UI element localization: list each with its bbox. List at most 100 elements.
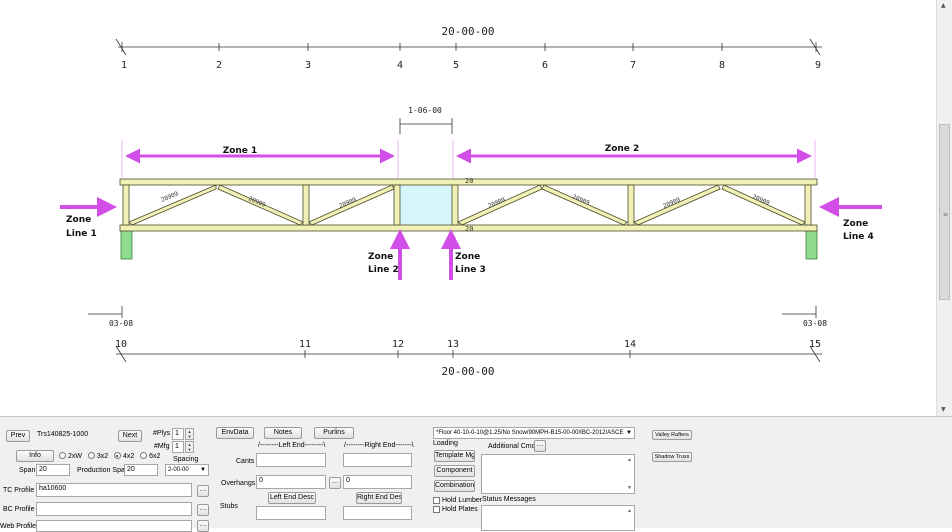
production-span-input[interactable]: 20 — [124, 464, 158, 476]
left-end-desc-button[interactable]: Left End Desc — [268, 492, 316, 504]
combinations-button[interactable]: Combinations — [434, 480, 475, 492]
drawing-vertical-scrollbar[interactable]: ▲ ≡ ▼ — [936, 0, 952, 416]
stubs-label: Stubs — [220, 503, 238, 510]
gap-dimension-label: 1-06-00 — [408, 106, 442, 115]
top-dimension-line — [115, 38, 822, 56]
truss-diagonal-webs[interactable] — [128, 184, 806, 226]
mfg-input[interactable]: 1 — [172, 441, 184, 453]
spacing-select[interactable]: 2-00-00 ▼ — [165, 464, 209, 476]
panel-point-6: 6 — [542, 60, 548, 71]
info-button[interactable]: Info — [16, 450, 54, 462]
spin-down-icon[interactable]: ▼ — [188, 447, 192, 452]
bottom-total-dimension: 20-00-00 — [442, 365, 495, 378]
panel-point-8: 8 — [719, 60, 725, 71]
additional-cmds-browse-button[interactable]: … — [534, 440, 546, 452]
chevron-down-icon: ▼ — [626, 430, 632, 436]
left-cants-input[interactable] — [256, 453, 326, 467]
right-end-header: /--------Right End-------\ — [344, 442, 414, 449]
next-button[interactable]: Next — [118, 430, 142, 442]
radio-3x2[interactable] — [87, 452, 95, 459]
span-label: Span — [19, 467, 36, 474]
truss-name-field[interactable]: Trs140825-1000 — [35, 430, 115, 442]
mfg-spinner[interactable]: ▲ ▼ — [185, 441, 194, 453]
additional-cmds-textarea[interactable]: ▲ ▼ — [481, 454, 635, 494]
span-input[interactable]: 20 — [36, 464, 70, 476]
right-cants-input[interactable] — [343, 453, 412, 467]
panel-point-15: 15 — [809, 339, 821, 350]
valley-rafters-button[interactable]: Valley Rafters — [652, 430, 692, 440]
right-stubs-input[interactable] — [343, 506, 412, 520]
web-profile-browse-button[interactable]: … — [197, 520, 209, 532]
top-panel-point-labels: 1 2 3 4 5 6 7 8 9 — [121, 60, 821, 71]
panel-point-5: 5 — [453, 60, 459, 71]
scroll-up-icon[interactable]: ▲ — [941, 2, 946, 9]
left-bearing-block[interactable] — [120, 228, 133, 260]
zone-line-3-label-a: Zone — [455, 252, 480, 262]
truss-drawing-canvas[interactable]: 20-00-00 1 2 3 4 5 6 7 8 9 1-06-00 Zone … — [0, 0, 936, 416]
status-messages-textarea[interactable]: ▲ — [481, 505, 635, 531]
prev-button[interactable]: Prev — [6, 430, 30, 442]
bottom-dimension-line — [115, 345, 822, 363]
grip-icon: ≡ — [943, 211, 949, 218]
plys-input[interactable]: 1 — [172, 428, 184, 440]
scroll-down-icon[interactable]: ▼ — [627, 485, 632, 491]
production-span-label: Production Span — [77, 467, 129, 474]
panel-point-14: 14 — [624, 339, 636, 350]
radio-6x2[interactable] — [140, 452, 148, 459]
template-mgr-button[interactable]: Template Mgr — [434, 450, 475, 462]
hold-plates-checkbox[interactable] — [433, 506, 440, 513]
spin-down-icon[interactable]: ▼ — [188, 434, 192, 439]
zone-line-4-label-a: Zone — [843, 219, 868, 229]
panel-point-11: 11 — [299, 339, 311, 350]
scroll-down-icon[interactable]: ▼ — [941, 406, 946, 413]
top-total-dimension: 20-00-00 — [442, 25, 495, 38]
cants-label: Cants — [236, 458, 255, 465]
right-bearing-block[interactable] — [805, 228, 818, 260]
panel-point-10: 10 — [115, 339, 127, 350]
loading-label: Loading — [433, 440, 458, 447]
right-bearing-width: 03-08 — [803, 319, 827, 328]
gap-dimension — [399, 118, 453, 134]
truss-editor-panel: Prev Trs140825-1000 Next #Plys 1 ▲ ▼ #Mfg… — [0, 416, 952, 532]
left-stubs-input[interactable] — [256, 506, 326, 520]
hold-plates-label: Hold Plates — [442, 506, 478, 513]
overhangs-label: Overhangs — [221, 480, 256, 487]
plys-spinner[interactable]: ▲ ▼ — [185, 428, 194, 440]
web-profile-input[interactable] — [36, 520, 192, 532]
purlins-button[interactable]: Purlins — [314, 427, 354, 439]
zone-line-1-label-b: Line 1 — [66, 229, 97, 239]
tc-profile-label: TC Profile — [3, 487, 35, 494]
right-overhang-input[interactable]: 0 — [343, 475, 412, 489]
left-end-header: /--------Left End--------\ — [258, 442, 326, 449]
lumber-size-radio-group[interactable]: 2xW 3x2 4x2 6x2 — [59, 452, 160, 461]
scrollbar-thumb[interactable]: ≡ — [939, 124, 950, 300]
hold-lumber-label: Hold Lumber — [442, 497, 483, 504]
shadow-truss-button[interactable]: Shadow Truss — [652, 452, 692, 462]
right-end-desc-button[interactable]: Right End Desc — [356, 492, 402, 504]
env-data-button[interactable]: EnvData — [216, 427, 254, 439]
bc-profile-label: BC Profile — [3, 506, 35, 513]
bc-profile-browse-button[interactable]: … — [197, 504, 209, 516]
hold-lumber-checkbox[interactable] — [433, 497, 440, 504]
zone-line-1-label-a: Zone — [66, 215, 91, 225]
tc-profile-input[interactable]: ha10600 — [36, 483, 192, 497]
panel-point-2: 2 — [216, 60, 222, 71]
bottom-panel-point-labels: 10 11 12 13 14 15 — [115, 339, 821, 350]
panel-point-13: 13 — [447, 339, 459, 350]
left-overhang-browse-button[interactable]: … — [329, 477, 341, 489]
panel-point-1: 1 — [121, 60, 127, 71]
notes-button[interactable]: Notes — [264, 427, 302, 439]
bc-profile-input[interactable] — [36, 502, 192, 516]
scroll-up-icon[interactable]: ▲ — [627, 508, 632, 514]
top-chord-label: 20 — [465, 177, 473, 185]
loading-select[interactable]: *Floor 40-10-0-10@1.25/No Snow/90MPH-B15… — [433, 427, 635, 439]
spacing-label: Spacing — [173, 456, 199, 463]
component-button[interactable]: Component — [434, 465, 475, 477]
radio-2xw[interactable] — [59, 452, 66, 459]
scroll-up-icon[interactable]: ▲ — [627, 457, 632, 463]
bearing-dimension-lines — [88, 306, 817, 318]
zone-line-labels: Zone Line 1 Zone Line 4 Zone Line 2 Zone… — [66, 215, 874, 275]
radio-4x2-selected[interactable] — [113, 452, 121, 459]
left-overhang-input[interactable]: 0 — [256, 475, 326, 489]
tc-profile-browse-button[interactable]: … — [197, 485, 209, 497]
